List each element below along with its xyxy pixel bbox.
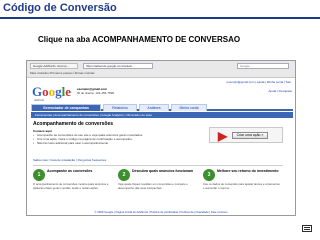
- intro-bullet: Não há custo adicional para usar o acomp…: [33, 141, 193, 145]
- help-search-links[interactable]: Ajuda | Pesquisar: [222, 89, 292, 93]
- step-text: Use os dados de conversão para ajustar l…: [203, 183, 280, 190]
- logo-letter: e: [65, 84, 72, 99]
- step-text: Veja quais cliques resultam em conversõe…: [118, 183, 188, 190]
- step-number-icon: 3: [203, 169, 215, 181]
- arrow-right-icon: ▶: [218, 129, 228, 143]
- tab-analytics[interactable]: Análises: [139, 104, 169, 111]
- step-number-icon: 1: [33, 169, 45, 181]
- tab-reports[interactable]: Relatórios: [103, 104, 137, 111]
- customer-info: exemplo@gmail.com ID do cliente: 123-456…: [77, 87, 167, 95]
- address-bar[interactable]: https://adwords.google.com/select/...: [83, 63, 153, 69]
- steps-section: 1 Acompanhe as conversões O acompanhamen…: [33, 165, 283, 209]
- customer-id: ID do cliente: 123-456-7890: [77, 91, 115, 95]
- page-title: Acompanhamento de conversões: [33, 121, 114, 127]
- badge-stripe: [304, 227, 310, 228]
- create-action-button[interactable]: Criar uma ação »: [232, 132, 268, 139]
- step-number-icon: 2: [118, 169, 130, 181]
- slide-title: Código de Conversão: [3, 2, 117, 14]
- tab-my-account[interactable]: Minha conta: [171, 104, 207, 111]
- main-tabs: Gerenciador de campanhas Relatórios Anál…: [31, 104, 293, 111]
- google-logo: Google: [32, 84, 72, 99]
- step-title: Descubra quais anúncios funcionam: [132, 169, 194, 173]
- instruction-text: Clique na aba ACOMPANHAMENTO DE CONVERSA…: [38, 35, 241, 44]
- slide-logo-icon: [302, 225, 312, 232]
- step-card: 1 Acompanhe as conversões O acompanhamen…: [33, 169, 113, 209]
- step-title: Melhore seu retorno do investimento: [217, 169, 279, 173]
- help-links[interactable]: Saiba mais | Guia de instalação | Pergun…: [33, 158, 193, 162]
- step-card: 3 Melhore seu retorno do investimento Us…: [203, 169, 283, 209]
- step-card: 2 Descubra quais anúncios funcionam Veja…: [118, 169, 198, 209]
- browser-chrome: Google AdWords: Acomp... https://adwords…: [27, 61, 295, 78]
- logo-letter: G: [32, 84, 43, 99]
- bookmarks-bar[interactable]: Mais visitados Primeiros passos Últimas …: [30, 71, 292, 76]
- adwords-label: AdWords: [34, 99, 45, 102]
- footer-links[interactable]: © 2009 Google | Página inicial do AdWord…: [27, 210, 295, 215]
- intro-section: Comece aqui Acompanhe as conversões do s…: [33, 129, 193, 157]
- screenshot-frame: Google AdWords: Acomp... https://adwords…: [26, 60, 296, 216]
- page-content: Acompanhamento de conversões Comece aqui…: [27, 118, 295, 215]
- browser-search-input[interactable]: Google: [237, 63, 289, 69]
- tab-campaign-management[interactable]: Gerenciador de campanhas: [31, 104, 101, 111]
- badge-stripe: [304, 229, 310, 230]
- title-underline: [0, 17, 320, 19]
- step-text: O acompanhamento de conversões mostra qu…: [33, 183, 109, 190]
- create-action-box: ▶ Criar uma ação »: [209, 127, 283, 143]
- browser-tab[interactable]: Google AdWords: Acomp...: [30, 63, 78, 69]
- step-title: Acompanhe as conversões: [47, 169, 93, 173]
